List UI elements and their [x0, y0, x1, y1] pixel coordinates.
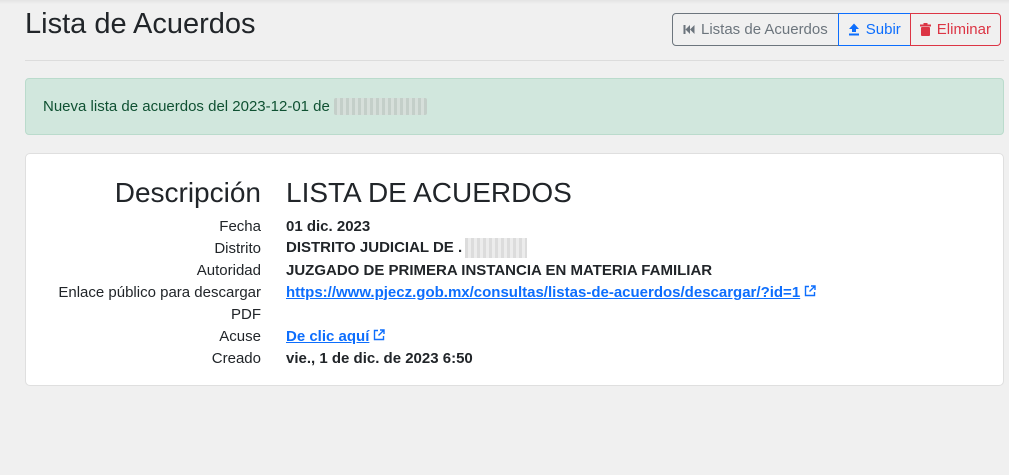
field-label: Autoridad [196, 261, 261, 279]
redacted-text [465, 238, 528, 258]
external-link-icon [373, 328, 386, 345]
field-row-creado: Creado vie., 1 de dic. de 2023 6:50 [26, 347, 1005, 369]
delete-button[interactable]: Eliminar [909, 13, 1001, 46]
detail-heading-row: Descripción LISTA DE ACUERDOS [26, 176, 1005, 210]
toolbar: Listas de Acuerdos Subir Eliminar [672, 13, 1001, 46]
field-row-fecha: Fecha 01 dic. 2023 [26, 215, 1005, 237]
field-label: Acuse [219, 327, 261, 345]
field-row-enlace: Enlace público para descargar https://ww… [26, 281, 1005, 303]
heading-value: LISTA DE ACUERDOS [286, 177, 572, 208]
field-label: Creado [211, 349, 261, 367]
back-to-lists-button[interactable]: Listas de Acuerdos [672, 13, 839, 46]
field-value-wrap: DISTRITO JUDICIAL DE . [286, 238, 528, 258]
field-value-wrap: https://www.pjecz.gob.mx/consultas/lista… [286, 284, 816, 301]
field-value: 01 dic. 2023 [286, 217, 371, 235]
field-label: Distrito [214, 239, 261, 257]
success-alert: Nueva lista de acuerdos del 2023-12-01 d… [25, 78, 1004, 135]
upload-button[interactable]: Subir [837, 13, 911, 46]
alert-message: Nueva lista de acuerdos del 2023-12-01 d… [43, 98, 330, 115]
field-value: JUZGADO DE PRIMERA INSTANCIA EN MATERIA … [286, 261, 713, 279]
public-download-link[interactable]: https://www.pjecz.gob.mx/consultas/lista… [286, 284, 816, 301]
link-text: De clic aquí [286, 327, 370, 345]
heading-label: Descripción [114, 177, 261, 208]
back-to-lists-label: Listas de Acuerdos [701, 21, 828, 38]
field-label: PDF [231, 305, 261, 323]
field-row-distrito: Distrito DISTRITO JUDICIAL DE . [26, 237, 1005, 259]
acuse-link[interactable]: De clic aquí [286, 327, 386, 345]
field-value: vie., 1 de dic. de 2023 6:50 [286, 349, 473, 367]
field-row-autoridad: Autoridad JUZGADO DE PRIMERA INSTANCIA E… [26, 259, 1005, 281]
delete-label: Eliminar [936, 21, 991, 38]
top-shadow [0, 0, 1009, 4]
skip-back-icon [683, 24, 695, 35]
link-text: https://www.pjecz.gob.mx/consultas/lista… [286, 283, 801, 301]
field-label: Fecha [219, 217, 261, 235]
detail-card: Descripción LISTA DE ACUERDOS Fecha 01 d… [25, 153, 1004, 386]
field-label: Enlace público para descargar [58, 283, 261, 301]
divider [25, 60, 1004, 61]
field-row-acuse: Acuse De clic aquí [26, 325, 1005, 347]
field-value: DISTRITO JUDICIAL DE . [286, 238, 463, 256]
page-title: Lista de Acuerdos [25, 8, 256, 40]
upload-label: Subir [865, 21, 901, 38]
upload-icon [848, 23, 860, 36]
trash-icon [919, 23, 931, 36]
external-link-icon [804, 284, 816, 301]
field-row-pdf: PDF [26, 303, 1005, 325]
field-value-wrap: De clic aquí [286, 327, 386, 345]
redacted-text [333, 98, 427, 115]
